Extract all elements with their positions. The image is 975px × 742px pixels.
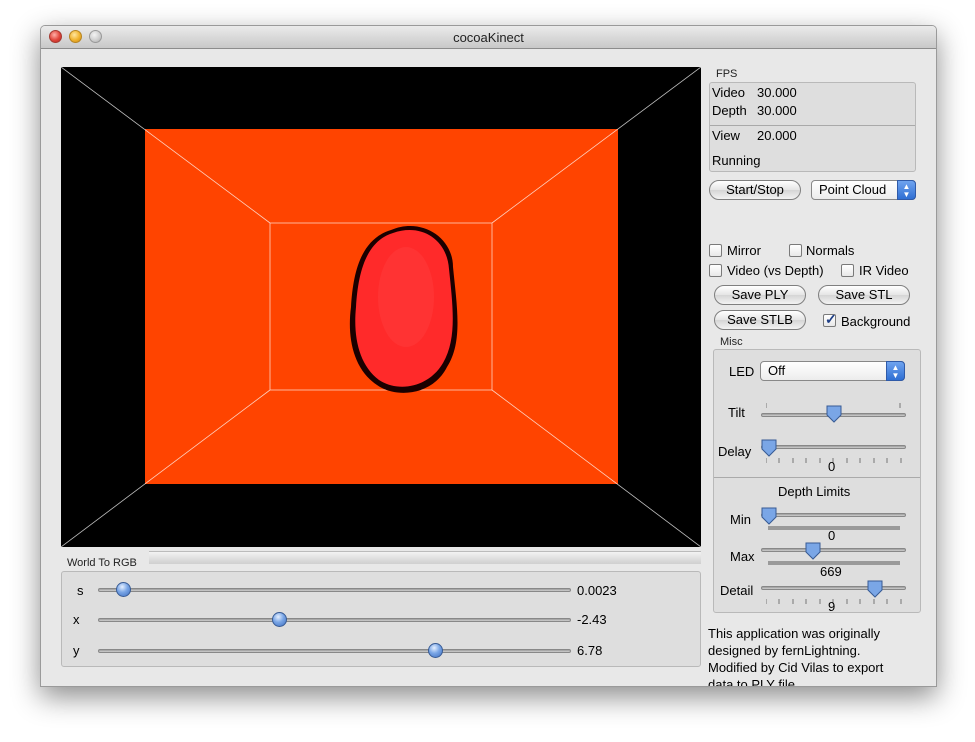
depth-blob <box>349 225 458 393</box>
start-stop-button[interactable]: Start/Stop <box>709 180 801 200</box>
point-cloud-view[interactable] <box>61 67 701 547</box>
save-ply-button[interactable]: Save PLY <box>714 285 806 305</box>
max-label: Max <box>730 549 755 564</box>
slider-value-y: 6.78 <box>577 643 603 658</box>
led-label: LED <box>729 364 755 379</box>
min-value: 0 <box>828 528 836 543</box>
window-title: cocoaKinect <box>453 30 524 45</box>
mirror-checkbox[interactable] <box>709 244 722 257</box>
background-label: Background <box>841 314 911 329</box>
delay-label: Delay <box>718 444 752 459</box>
tilt-label: Tilt <box>728 405 745 420</box>
app-description: This application was originally designed… <box>708 626 884 687</box>
slider-knob-s[interactable] <box>116 582 132 597</box>
section-divider <box>149 551 701 564</box>
window-content: World To RGB s 0.0023 x -2.43 y 6.78 FPS… <box>41 49 936 686</box>
video-fps-label: Video <box>712 85 746 100</box>
delay-slider-track[interactable] <box>761 445 906 449</box>
normals-checkbox[interactable] <box>789 244 802 257</box>
ir-video-label: IR Video <box>859 263 909 278</box>
ir-video-checkbox[interactable] <box>841 264 854 277</box>
mirror-label: Mirror <box>727 243 761 258</box>
save-stlb-button[interactable]: Save STLB <box>714 310 806 330</box>
world-to-rgb-group: s 0.0023 x -2.43 y 6.78 <box>61 571 701 667</box>
title-bar[interactable]: cocoaKinect <box>41 26 936 49</box>
fps-divider <box>710 125 915 126</box>
max-slider-track[interactable] <box>761 548 906 552</box>
min-slider-knob[interactable] <box>761 507 777 525</box>
view-fps-value: 20.000 <box>757 128 797 143</box>
slider-track-y[interactable] <box>98 649 571 653</box>
detail-value: 9 <box>828 599 836 614</box>
depth-limits-title: Depth Limits <box>778 484 851 499</box>
render-mode-value: Point Cloud <box>819 182 887 197</box>
delay-slider-knob[interactable] <box>761 439 777 457</box>
slider-label-s: s <box>77 583 84 598</box>
slider-value-x: -2.43 <box>577 612 607 627</box>
status-text: Running <box>712 153 761 168</box>
depth-fps-value: 30.000 <box>757 103 797 118</box>
video-vs-depth-label: Video (vs Depth) <box>727 263 824 278</box>
slider-value-s: 0.0023 <box>577 583 617 598</box>
depth-fps-label: Depth <box>712 103 747 118</box>
misc-title: Misc <box>720 336 743 348</box>
background-checkbox[interactable] <box>823 311 837 328</box>
fps-group: Video 30.000 Depth 30.000 View 20.000 Ru… <box>709 82 916 172</box>
view-fps-label: View <box>712 128 740 143</box>
slider-track-x[interactable] <box>98 618 571 622</box>
max-value: 669 <box>820 564 842 579</box>
led-value: Off <box>768 363 786 378</box>
app-window: cocoaKinect World To RGB s 0.0023 x -2.4… <box>40 25 937 687</box>
led-select-arrows-icon: ▲ ▼ <box>886 361 905 381</box>
min-label: Min <box>730 512 751 527</box>
video-fps-value: 30.000 <box>757 85 797 100</box>
min-slider-track[interactable] <box>761 513 906 517</box>
select-arrows-icon: ▲ ▼ <box>897 180 916 200</box>
point-cloud-canvas <box>61 67 701 547</box>
slider-label-y: y <box>73 643 80 658</box>
fps-title: FPS <box>716 68 738 80</box>
slider-knob-y[interactable] <box>427 643 443 658</box>
slider-label-x: x <box>73 612 80 627</box>
detail-slider-track[interactable] <box>761 586 906 590</box>
led-select[interactable]: Off ▲ ▼ <box>760 361 905 381</box>
misc-group: LED Off ▲ ▼ Tilt Delay 0 Depth Limits Min… <box>713 349 921 614</box>
detail-slider-knob[interactable] <box>867 580 883 598</box>
delay-value: 0 <box>828 459 836 474</box>
misc-divider <box>714 477 920 478</box>
detail-label: Detail <box>720 583 754 598</box>
video-vs-depth-checkbox[interactable] <box>709 264 722 277</box>
slider-track-s[interactable] <box>98 588 571 592</box>
max-slider-knob[interactable] <box>805 542 821 560</box>
world-to-rgb-title: World To RGB <box>67 557 137 569</box>
save-stl-button[interactable]: Save STL <box>818 285 910 305</box>
slider-knob-x[interactable] <box>272 612 288 627</box>
render-mode-select[interactable]: Point Cloud ▲ ▼ <box>811 180 916 200</box>
tilt-slider-knob[interactable] <box>826 405 842 423</box>
normals-label: Normals <box>806 243 855 258</box>
